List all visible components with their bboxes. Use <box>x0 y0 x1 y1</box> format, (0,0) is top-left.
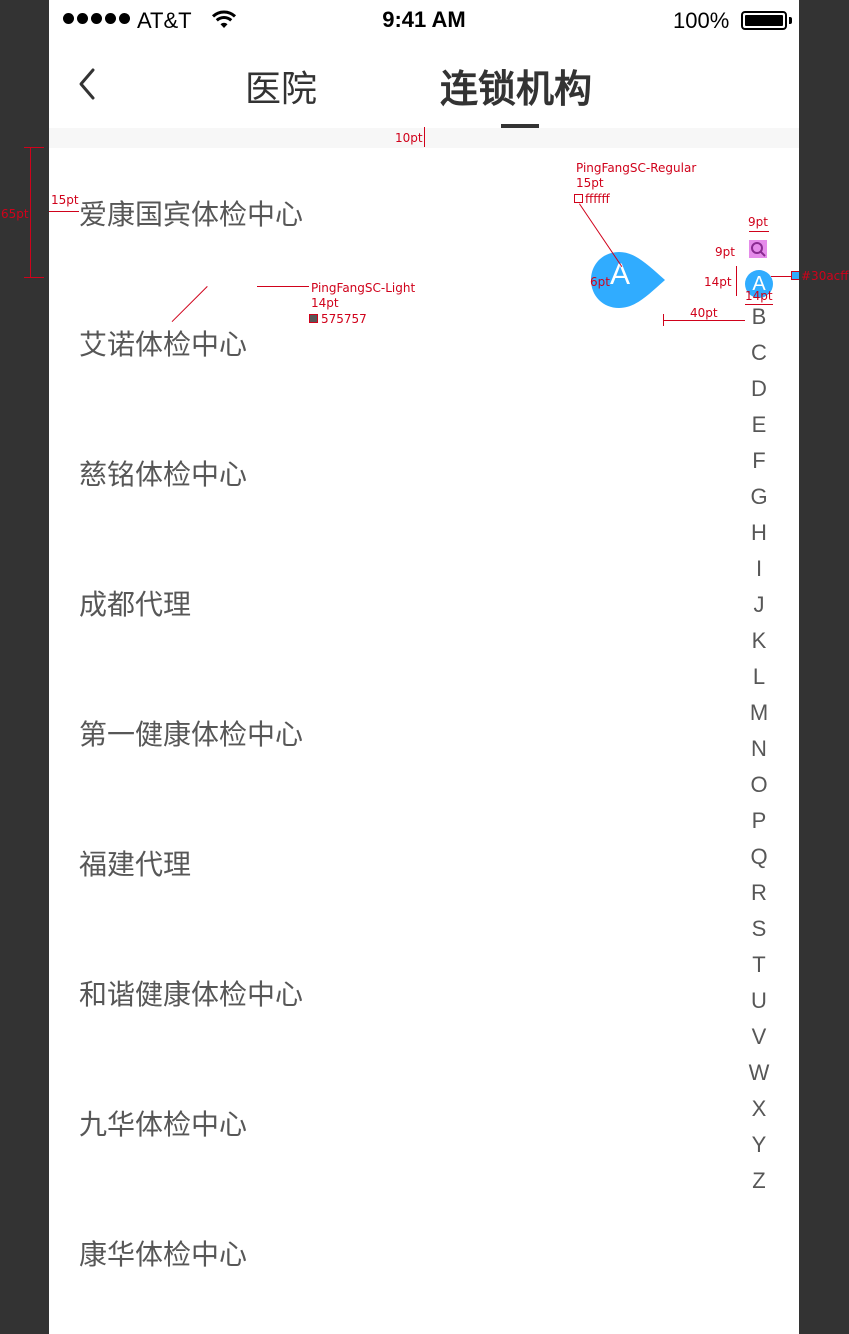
tab-chain-institutions[interactable]: 连锁机构 <box>440 58 592 113</box>
index-letter[interactable]: M <box>739 695 779 731</box>
list-item[interactable]: 艾诺体检中心 <box>49 278 799 408</box>
back-arrow-icon[interactable] <box>73 66 103 102</box>
phone-screen: AT&T 9:41 AM 100% 医院 连锁机构 爱康国宾体检中心 艾诺体检中… <box>49 0 799 1334</box>
index-letter[interactable]: X <box>739 1091 779 1127</box>
annotation-item-size: 14pt <box>311 296 339 310</box>
list-item[interactable]: 九华体检中心 <box>49 1058 799 1188</box>
index-letter[interactable]: G <box>739 479 779 515</box>
index-letter[interactable]: S <box>739 911 779 947</box>
list-item[interactable]: 康华体检中心 <box>49 1188 799 1318</box>
annotation-circle-height: 14pt <box>704 275 732 289</box>
index-letters: B C D E F G H I J K L M N O P Q R S T U … <box>739 299 779 1199</box>
index-letter[interactable]: Y <box>739 1127 779 1163</box>
index-letter[interactable]: J <box>739 587 779 623</box>
index-letter[interactable]: C <box>739 335 779 371</box>
list-item[interactable]: 和谐健康体检中心 <box>49 928 799 1058</box>
search-icon[interactable] <box>749 240 767 258</box>
list-item[interactable]: 第一健康体检中心 <box>49 668 799 798</box>
institution-list: 爱康国宾体检中心 艾诺体检中心 慈铭体检中心 成都代理 第一健康体检中心 福建代… <box>49 148 799 1318</box>
index-letter[interactable]: E <box>739 407 779 443</box>
annotation-search-width: 9pt <box>748 215 768 229</box>
annotation-bubble-gap: 40pt <box>690 306 718 320</box>
index-letter[interactable]: O <box>739 767 779 803</box>
index-letter[interactable]: T <box>739 947 779 983</box>
annotation-bubble-size: 15pt <box>576 176 604 190</box>
list-item[interactable]: 成都代理 <box>49 538 799 668</box>
annotation-circle-width: 14pt <box>745 289 773 303</box>
annotation-swatch <box>574 194 583 203</box>
annotation-line <box>771 276 791 277</box>
index-letter[interactable]: I <box>739 551 779 587</box>
status-bar: AT&T 9:41 AM 100% <box>49 0 799 40</box>
navigation-bar: 医院 连锁机构 <box>49 40 799 128</box>
annotation-line <box>30 147 31 278</box>
annotation-line <box>663 320 745 321</box>
annotation-bubble-offset: 6pt <box>590 275 610 289</box>
annotation-swatch <box>309 314 318 323</box>
annotation-line <box>257 286 309 287</box>
index-letter[interactable]: L <box>739 659 779 695</box>
battery-percentage: 100% <box>673 8 730 33</box>
annotation-divider-height: 10pt <box>395 131 423 145</box>
annotation-item-color: 575757 <box>321 312 367 326</box>
annotation-bubble-color: ffffff <box>585 192 610 206</box>
battery-tip <box>789 17 792 24</box>
annotation-line <box>749 231 769 232</box>
index-letter[interactable]: H <box>739 515 779 551</box>
index-letter[interactable]: Q <box>739 839 779 875</box>
annotation-line <box>736 266 737 296</box>
index-letter[interactable]: F <box>739 443 779 479</box>
tab-hospital[interactable]: 医院 <box>245 60 317 112</box>
index-letter[interactable]: V <box>739 1019 779 1055</box>
annotation-line <box>49 211 79 212</box>
list-item[interactable]: 慈铭体检中心 <box>49 408 799 538</box>
annotation-padding: 15pt <box>51 193 79 207</box>
annotation-line <box>24 277 44 278</box>
index-letter[interactable]: R <box>739 875 779 911</box>
annotation-item-font: PingFangSC-Light <box>311 281 416 295</box>
annotation-line <box>24 147 44 148</box>
index-letter[interactable]: N <box>739 731 779 767</box>
annotation-line <box>424 127 425 147</box>
annotation-search-height: 9pt <box>715 245 735 259</box>
list-item[interactable]: 福建代理 <box>49 798 799 928</box>
annotation-bubble-font: PingFangSC-Regular <box>576 161 697 175</box>
annotation-line <box>663 314 664 326</box>
index-letter[interactable]: W <box>739 1055 779 1091</box>
battery-icon <box>741 11 787 30</box>
annotation-accent-color: #30acff <box>801 269 849 283</box>
index-letter[interactable]: P <box>739 803 779 839</box>
annotation-swatch <box>791 271 799 280</box>
annotation-line <box>745 304 773 305</box>
index-letter[interactable]: D <box>739 371 779 407</box>
index-letter[interactable]: Z <box>739 1163 779 1199</box>
index-letter[interactable]: U <box>739 983 779 1019</box>
index-letter[interactable]: K <box>739 623 779 659</box>
annotation-row-height: 65pt <box>1 207 29 221</box>
